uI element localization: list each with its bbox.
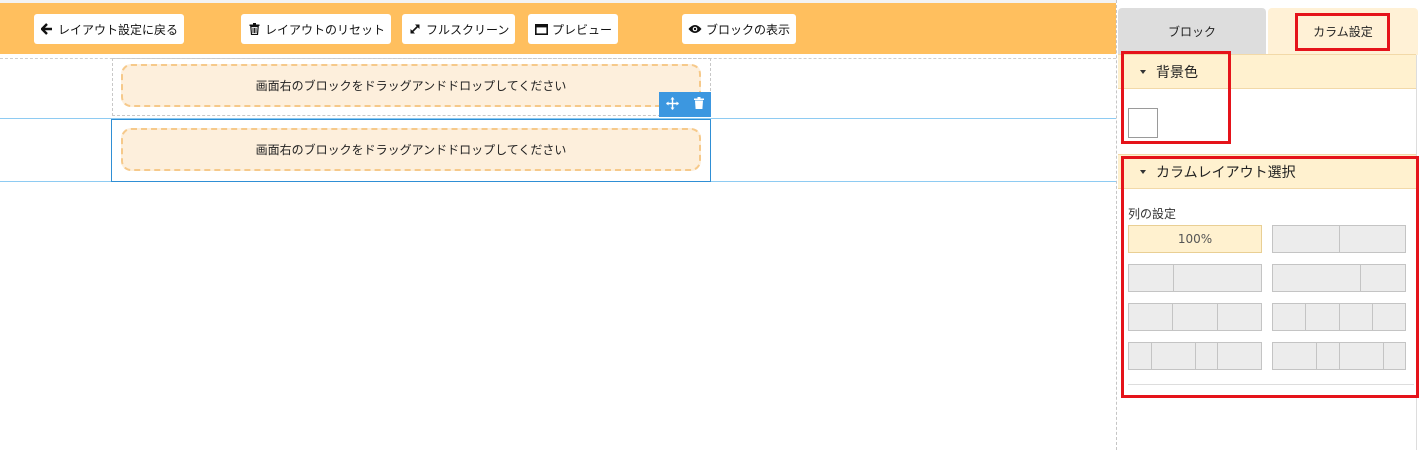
reset-layout-button[interactable]: レイアウトのリセット [241, 14, 392, 44]
highlight-column-layout [1121, 156, 1419, 398]
fullscreen-label: フルスクリーン [426, 22, 510, 37]
window-icon [534, 22, 548, 36]
preview-button[interactable]: プレビュー [528, 14, 619, 44]
back-to-layout-label: レイアウト設定に戻る [58, 22, 179, 37]
expand-icon [408, 22, 422, 36]
tab-block[interactable]: ブロック [1118, 8, 1266, 55]
tab-block-label: ブロック [1167, 25, 1216, 39]
editor-toolbar: レイアウト設定に戻る レイアウトのリセット フルスクリーン プレビュー ブロック… [0, 0, 1116, 54]
fullscreen-button[interactable]: フルスクリーン [402, 14, 516, 44]
preview-label: プレビュー [552, 22, 613, 37]
highlight-tab-column-settings [1295, 13, 1390, 51]
reset-layout-label: レイアウトのリセット [265, 22, 386, 37]
back-to-layout-button[interactable]: レイアウト設定に戻る [34, 14, 185, 44]
eye-icon [688, 22, 702, 36]
show-blocks-label: ブロックの表示 [706, 22, 791, 37]
delete-row-icon[interactable] [693, 97, 704, 112]
row-controls [659, 92, 711, 117]
dropzone[interactable]: 画面右のブロックをドラッグアンドドロップしてください [121, 128, 701, 171]
show-blocks-button[interactable]: ブロックの表示 [682, 14, 797, 44]
move-icon[interactable] [666, 96, 680, 113]
arrow-left-icon [40, 22, 54, 36]
editor-canvas: 画面右のブロックをドラッグアンドドロップしてください 画面右のブロックをドラッグ… [0, 54, 1116, 450]
trash-icon [247, 22, 261, 36]
highlight-background-color [1121, 51, 1231, 144]
dropzone-text: 画面右のブロックをドラッグアンドドロップしてください [255, 143, 567, 157]
dropzone-text: 画面右のブロックをドラッグアンドドロップしてください [255, 79, 567, 93]
settings-panel: ブロック カラム設定 背景色 カラムレイアウト選択 列の設定 100% [1118, 0, 1424, 450]
panel-divider [1116, 0, 1117, 450]
dropzone[interactable]: 画面右のブロックをドラッグアンドドロップしてください [121, 64, 701, 107]
